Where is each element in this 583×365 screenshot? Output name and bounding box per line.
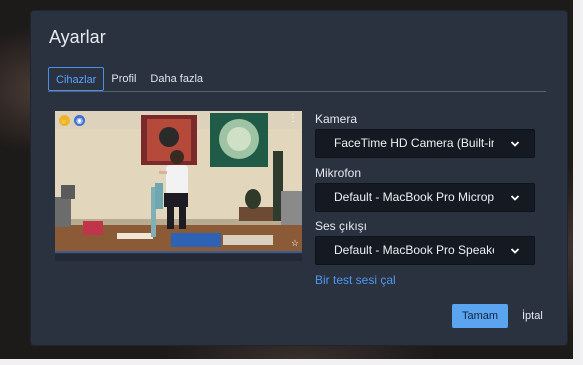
- chevron-down-icon: [510, 195, 520, 201]
- speaker-select-value: Default - MacBook Pro Speakers: [334, 243, 494, 257]
- ok-button[interactable]: Tamam: [452, 304, 508, 328]
- settings-tabs: Cihazlar Profil Daha fazla: [48, 66, 210, 92]
- tab-devices[interactable]: Cihazlar: [48, 67, 105, 91]
- tab-more[interactable]: Daha fazla: [143, 67, 210, 91]
- window-edge: [0, 359, 583, 365]
- star-icon[interactable]: ☆: [291, 238, 299, 249]
- camera-preview: ✋ ◉ ⋮ ☆: [55, 111, 302, 253]
- settings-dialog: Ayarlar Cihazlar Profil Daha fazla ✋ ◉ ⋮…: [31, 11, 567, 345]
- camera-label: Kamera: [315, 112, 358, 126]
- dialog-title: Ayarlar: [49, 27, 106, 47]
- preview-footer: [55, 254, 302, 261]
- speaker-label: Ses çıkışı: [315, 219, 368, 233]
- microphone-select-value: Default - MacBook Pro Microphone: [334, 190, 494, 204]
- camera-select[interactable]: FaceTime HD Camera (Built-in): [315, 129, 535, 158]
- microphone-select[interactable]: Default - MacBook Pro Microphone: [315, 183, 535, 212]
- chevron-down-icon: [510, 141, 520, 147]
- microphone-label: Mikrofon: [315, 166, 362, 180]
- camera-select-value: FaceTime HD Camera (Built-in): [334, 136, 494, 150]
- tab-divider: [48, 91, 546, 92]
- megaphone-icon: ◉: [74, 115, 85, 126]
- more-vertical-icon[interactable]: ⋮: [288, 113, 298, 124]
- play-test-sound-link[interactable]: Bir test sesi çal: [315, 273, 396, 287]
- camera-preview-image: [55, 111, 302, 251]
- window-edge: [573, 0, 583, 365]
- cancel-button[interactable]: İptal: [522, 304, 543, 328]
- hand-raise-icon: ✋: [59, 115, 70, 126]
- chevron-down-icon: [510, 248, 520, 254]
- speaker-select[interactable]: Default - MacBook Pro Speakers: [315, 236, 535, 265]
- tab-profile[interactable]: Profil: [104, 67, 143, 91]
